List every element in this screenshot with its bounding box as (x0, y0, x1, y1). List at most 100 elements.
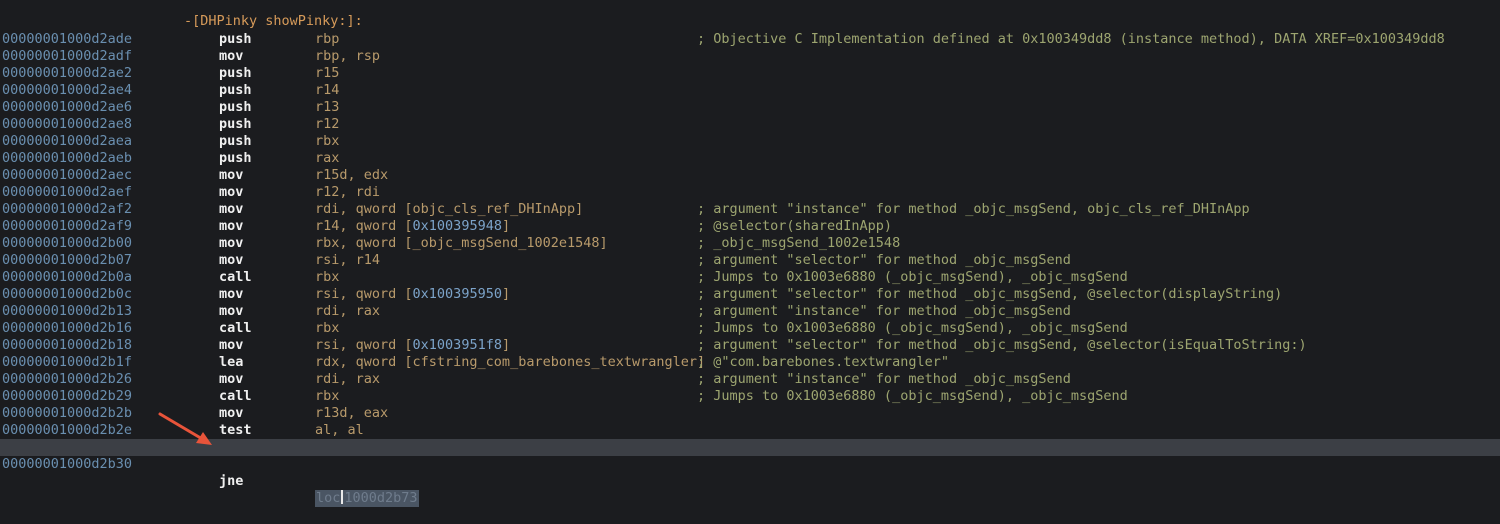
operand-literal: 0x100395948 (412, 218, 502, 234)
instruction-operands: r15d, edx (315, 167, 389, 183)
instruction-list: 00000001000d2ade push rbp ; Objective C Imp… (0, 31, 1500, 507)
disassembly-view[interactable]: -[DHPinky showPinky:]: 00000001000d2ade p… (0, 0, 1500, 507)
instruction-operands: rax (315, 150, 340, 166)
instruction-address: 00000001000d2ae2 (2, 65, 133, 81)
instruction-comment: ; argument "instance" for method _objc_m… (697, 371, 1071, 387)
instruction-mnemonic: mov (219, 303, 244, 319)
instruction-row[interactable]: 00000001000d2b29 call rbx ; Jumps to 0x1003… (0, 388, 1500, 405)
operand-literal: 0x1003951f8 (412, 337, 502, 353)
instruction-address: 00000001000d2aeb (2, 150, 133, 166)
instruction-mnemonic: mov (219, 235, 244, 251)
instruction-address: 00000001000d2af2 (2, 201, 133, 217)
instruction-mnemonic: push (219, 31, 252, 47)
instruction-operands: r14, qword [0x100395948] (315, 218, 511, 234)
instruction-row[interactable]: 00000001000d2b07 mov rsi, r14 ; argument "s… (0, 252, 1500, 269)
instruction-row[interactable]: 00000001000d2b26 mov rdi, rax ; argument "i… (0, 371, 1500, 388)
instruction-comment: ; Jumps to 0x1003e6880 (_objc_msgSend), … (697, 388, 1128, 404)
instruction-address: 00000001000d2b0c (2, 286, 133, 302)
instruction-mnemonic: mov (219, 184, 244, 200)
instruction-comment: ; argument "instance" for method _objc_m… (697, 303, 1071, 319)
instruction-row[interactable]: 00000001000d2b18 mov rsi, qword [0x1003951… (0, 337, 1500, 354)
instruction-row[interactable]: 00000001000d2b2b mov r13d, eax (0, 405, 1500, 422)
instruction-row[interactable]: 00000001000d2ade push rbp ; Objective C Imp… (0, 31, 1500, 48)
instruction-mnemonic: mov (219, 167, 244, 183)
instruction-row[interactable]: 00000001000d2aeb push rax (0, 150, 1500, 167)
instruction-operands: r12, rdi (315, 184, 381, 200)
instruction-address: 00000001000d2b16 (2, 320, 133, 336)
instruction-mnemonic: push (219, 150, 252, 166)
instruction-row[interactable]: 00000001000d2ae4 push r14 (0, 82, 1500, 99)
instruction-row[interactable]: 00000001000d2b2e test al, al (0, 422, 1500, 439)
instruction-address: 00000001000d2b1f (2, 354, 133, 370)
operand-literal: 0x100395950 (412, 286, 502, 302)
instruction-operands: r13 (315, 99, 340, 115)
instruction-row[interactable]: 00000001000d2b16 call rbx ; Jumps to 0x1003… (0, 320, 1500, 337)
instruction-comment: ; argument "selector" for method _objc_m… (697, 252, 1071, 268)
instruction-address: 00000001000d2af9 (2, 218, 133, 234)
instruction-comment: ; argument "instance" for method _objc_m… (697, 201, 1250, 217)
instruction-operands: r12 (315, 116, 340, 132)
jump-target-address: 1000d2b73 (344, 490, 418, 506)
instruction-mnemonic: push (219, 133, 252, 149)
instruction-comment: ; Jumps to 0x1003e6880 (_objc_msgSend), … (697, 269, 1128, 285)
instruction-address: 00000001000d2ade (2, 31, 133, 47)
instruction-comment: ; _objc_msgSend_1002e1548 (697, 235, 901, 251)
instruction-mnemonic: mov (219, 201, 244, 217)
instruction-mnemonic: lea (219, 354, 244, 370)
instruction-mnemonic: mov (219, 252, 244, 268)
instruction-row[interactable]: 00000001000d2af9 mov r14, qword [0x1003959… (0, 218, 1500, 235)
instruction-address: 00000001000d2aef (2, 184, 133, 200)
instruction-operands: rdi, qword [objc_cls_ref_DHInApp] (315, 201, 584, 217)
instruction-address: 00000001000d2b0a (2, 269, 133, 285)
instruction-mnemonic: call (219, 320, 252, 336)
instruction-row[interactable]: 00000001000d2b13 mov rdi, rax ; argument "i… (0, 303, 1500, 320)
instruction-address: 00000001000d2ae4 (2, 82, 133, 98)
instruction-address: 00000001000d2aea (2, 133, 133, 149)
instruction-address: 00000001000d2b18 (2, 337, 133, 353)
instruction-row[interactable]: 00000001000d2aec mov r15d, edx (0, 167, 1500, 184)
current-instruction-row[interactable]: 00000001000d2b30 jne loc 1000d2b73 (0, 439, 1500, 507)
instruction-row[interactable]: 00000001000d2b0c mov rsi, qword [0x1003959… (0, 286, 1500, 303)
instruction-comment: ; argument "selector" for method _objc_m… (697, 286, 1283, 302)
instruction-operands: al, al (315, 422, 364, 438)
instruction-address: 00000001000d2b26 (2, 371, 133, 387)
instruction-comment: ; @selector(sharedInApp) (697, 218, 893, 234)
red-arrow-icon (158, 412, 212, 445)
instruction-row[interactable]: 00000001000d2aef mov r12, rdi (0, 184, 1500, 201)
instruction-address: 00000001000d2b13 (2, 303, 133, 319)
instruction-row[interactable]: 00000001000d2ae6 push r13 (0, 99, 1500, 116)
instruction-mnemonic: mov (219, 337, 244, 353)
instruction-comment: ; Jumps to 0x1003e6880 (_objc_msgSend), … (697, 320, 1128, 336)
instruction-mnemonic: push (219, 65, 252, 81)
instruction-operands: r13d, eax (315, 405, 389, 421)
instruction-row[interactable]: 00000001000d2ae8 push r12 (0, 116, 1500, 133)
instruction-row[interactable]: 00000001000d2af2 mov rdi, qword [objc_cls_… (0, 201, 1500, 218)
instruction-operands: rbp, rsp (315, 48, 381, 64)
instruction-mnemonic: push (219, 99, 252, 115)
instruction-operands: rbx (315, 388, 340, 404)
instruction-row[interactable]: 00000001000d2b00 mov rbx, qword [_objc_msg… (0, 235, 1500, 252)
instruction-mnemonic: mov (219, 48, 244, 64)
instruction-mnemonic: mov (219, 286, 244, 302)
instruction-mnemonic: call (219, 269, 252, 285)
instruction-row[interactable]: 00000001000d2ae2 push r15 (0, 65, 1500, 82)
instruction-row[interactable]: 00000001000d2b1f lea rdx, qword [cfstring_… (0, 354, 1500, 371)
instruction-comment: ; @"com.barebones.textwrangler" (697, 354, 949, 370)
instruction-operands: rbx (315, 133, 340, 149)
instruction-operands: r14 (315, 82, 340, 98)
instruction-address: 00000001000d2b2b (2, 405, 133, 421)
instruction-operands: rbx (315, 320, 340, 336)
instruction-row[interactable]: 00000001000d2aea push rbx (0, 133, 1500, 150)
instruction-operands: r15 (315, 65, 340, 81)
instruction-operands: rbx, qword [_objc_msgSend_1002e1548] (315, 235, 608, 251)
instruction-address: 00000001000d2aec (2, 167, 133, 183)
jump-target-operand[interactable]: loc 1000d2b73 (315, 490, 419, 507)
instruction-operands: rdi, rax (315, 303, 381, 319)
instruction-row[interactable]: 00000001000d2adf mov rbp, rsp (0, 48, 1500, 65)
instruction-operands: rsi, qword [0x1003951f8] (315, 337, 511, 353)
instruction-address: 00000001000d2ae6 (2, 99, 133, 115)
instruction-address: 00000001000d2b07 (2, 252, 133, 268)
instruction-operands: rbx (315, 269, 340, 285)
instruction-address: 00000001000d2b2e (2, 422, 133, 438)
instruction-row[interactable]: 00000001000d2b0a call rbx ; Jumps to 0x1003… (0, 269, 1500, 286)
